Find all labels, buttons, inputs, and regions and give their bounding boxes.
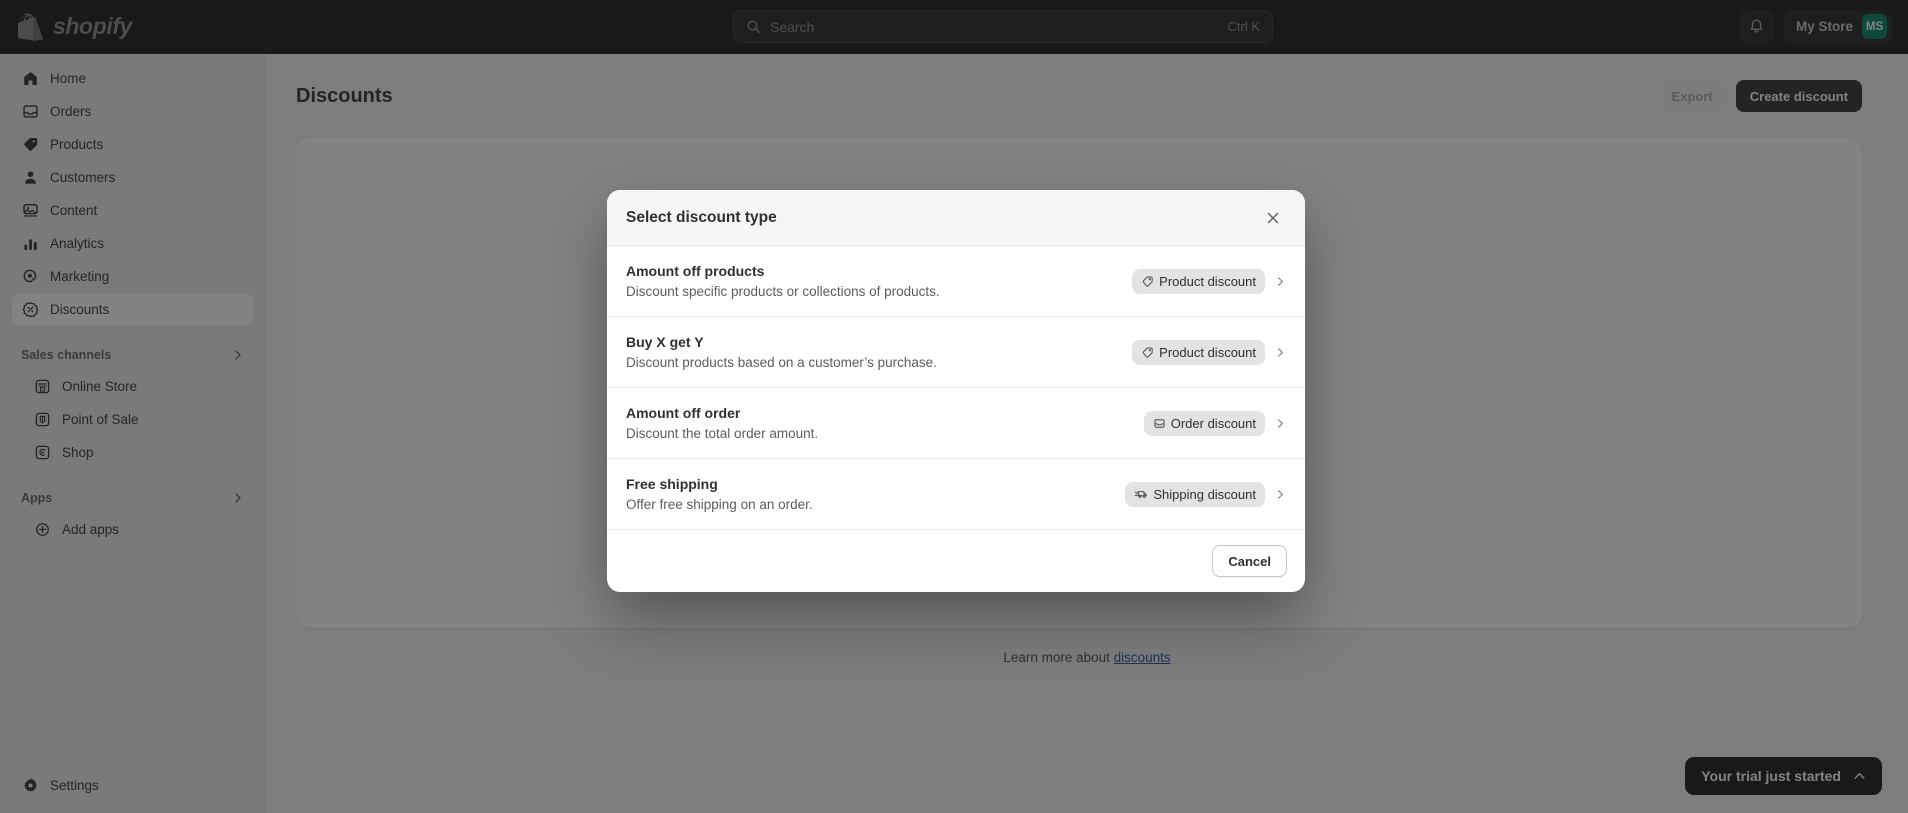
truck-outline-icon [1134, 487, 1148, 501]
option-meta: Order discount [1143, 410, 1287, 436]
option-title: Amount off order [626, 405, 741, 421]
option-buy-x-get-y[interactable]: Buy X get Y Discount products based on a… [607, 317, 1305, 388]
tag-outline-icon [1141, 346, 1154, 359]
shopify-admin-screen: shopify Search Ctrl K [0, 0, 1908, 813]
chevron-right-icon [1275, 347, 1287, 358]
option-meta: Shipping discount [1125, 481, 1287, 507]
status-badge: Shipping discount [1125, 481, 1265, 507]
modal-title: Select discount type [626, 208, 777, 226]
option-title: Free shipping [626, 476, 718, 492]
option-title: Buy X get Y [626, 334, 704, 350]
option-description: Discount specific products or collection… [626, 284, 940, 299]
option-description: Discount the total order amount. [626, 426, 819, 441]
option-title: Amount off products [626, 263, 765, 279]
badge-label: Shipping discount [1153, 486, 1256, 502]
option-description: Discount products based on a customer’s … [626, 355, 937, 370]
option-free-shipping[interactable]: Free shipping Offer free shipping on an … [607, 459, 1305, 530]
chevron-right-icon [1275, 276, 1287, 287]
cancel-button[interactable]: Cancel [1212, 545, 1287, 577]
option-description: Offer free shipping on an order. [626, 497, 813, 512]
close-icon[interactable] [1259, 204, 1287, 232]
chevron-right-icon [1275, 489, 1287, 500]
option-text: Amount off products Discount specific pr… [626, 263, 940, 299]
order-outline-icon [1153, 417, 1166, 430]
status-badge: Product discount [1132, 268, 1265, 294]
badge-label: Order discount [1170, 415, 1256, 431]
status-badge: Product discount [1132, 339, 1265, 365]
option-amount-off-order[interactable]: Amount off order Discount the total orde… [607, 388, 1305, 459]
option-text: Amount off order Discount the total orde… [626, 405, 818, 441]
chevron-right-icon [1275, 418, 1287, 429]
modal-header: Select discount type [607, 190, 1305, 246]
badge-label: Product discount [1159, 273, 1256, 289]
option-amount-off-products[interactable]: Amount off products Discount specific pr… [607, 246, 1305, 317]
option-text: Buy X get Y Discount products based on a… [626, 334, 937, 370]
option-text: Free shipping Offer free shipping on an … [626, 476, 813, 512]
select-discount-type-modal: Select discount type Amount off products… [607, 190, 1305, 592]
badge-label: Product discount [1159, 344, 1256, 360]
status-badge: Order discount [1143, 410, 1265, 436]
modal-footer: Cancel [607, 530, 1305, 592]
option-meta: Product discount [1132, 339, 1287, 365]
tag-outline-icon [1141, 275, 1154, 288]
option-meta: Product discount [1132, 268, 1287, 294]
